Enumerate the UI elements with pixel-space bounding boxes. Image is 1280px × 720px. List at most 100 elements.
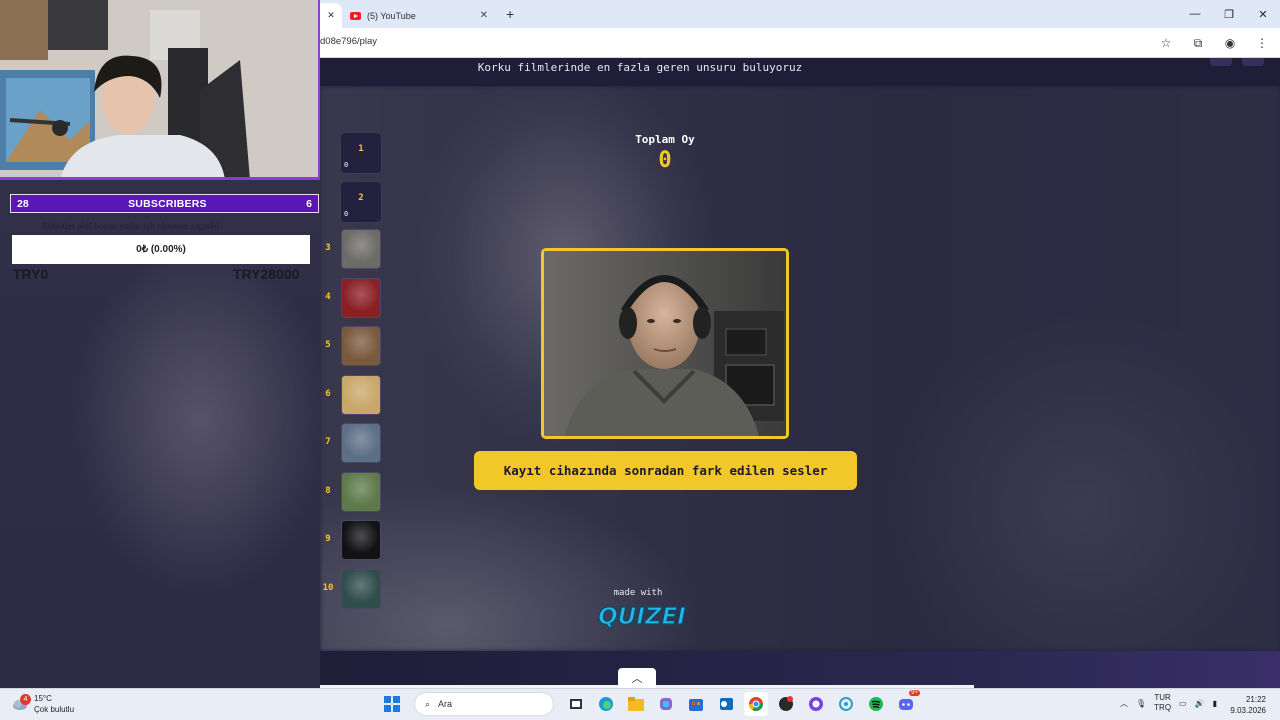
language-top: TUR <box>1154 693 1171 702</box>
spotify-icon[interactable] <box>864 692 888 716</box>
total-votes-value: 0 <box>658 148 672 173</box>
store-icon[interactable] <box>684 692 708 716</box>
rank-thumbnail[interactable] <box>341 374 381 415</box>
language-indicator[interactable]: TUR TRQ <box>1154 693 1171 713</box>
rank-slot[interactable]: 3 <box>320 229 384 271</box>
network-app-icon[interactable] <box>834 692 858 716</box>
rank-thumbnail[interactable] <box>341 520 381 560</box>
rank-thumbnail[interactable] <box>341 423 381 463</box>
rank-slot[interactable]: 10 <box>320 132 384 174</box>
donation-goal-min: TRY0 <box>13 266 49 282</box>
edge-icon[interactable] <box>594 692 618 716</box>
rank-empty-box[interactable]: 20 <box>340 180 382 223</box>
rank-slot[interactable]: 4 <box>320 277 384 320</box>
rank-slot[interactable]: 5 <box>320 326 384 368</box>
chevron-up-icon[interactable]: ︿ <box>1120 698 1128 709</box>
twitch-studio-icon[interactable] <box>804 692 828 716</box>
subscriber-goal: 6 <box>306 197 312 210</box>
made-with-label: made with <box>613 588 663 598</box>
system-tray: ︿ 🎙 TUR TRQ ▭ 🔊 ▮ <box>1120 693 1217 713</box>
svg-text:QUIZEI: QUIZEI <box>598 604 686 630</box>
quiz-page: Korku filmlerinde en fazla geren unsuru … <box>320 58 1280 688</box>
expand-drawer-button[interactable]: ︿ <box>618 668 656 688</box>
extensions-icon[interactable]: ⧉ <box>1186 33 1210 53</box>
tab-active[interactable]: ✕ <box>320 3 342 28</box>
start-icon[interactable] <box>380 692 404 716</box>
profile-icon[interactable]: ◉ <box>1218 33 1242 53</box>
battery-icon[interactable]: ▮ <box>1213 699 1217 708</box>
quizei-logo[interactable]: QUIZEI <box>592 598 692 632</box>
screen: ✕ (5) YouTube ✕ + — ❐ ✕ d08e796/play ☆ ⧉… <box>0 0 1280 720</box>
weather-badge: 4 <box>20 694 31 705</box>
rank-slot[interactable]: 10 <box>320 568 384 611</box>
rank-number: 3 <box>325 243 331 253</box>
restore-icon[interactable]: ❐ <box>1212 0 1246 28</box>
clock-time: 21:22 <box>1245 695 1266 704</box>
chrome-icon[interactable] <box>744 692 768 716</box>
outlook-icon[interactable] <box>714 692 738 716</box>
toolbar-icons: ☆ ⧉ ◉ ⋮ <box>1154 33 1274 53</box>
task-view-icon[interactable] <box>564 692 588 716</box>
volume-icon[interactable]: 🔊 <box>1195 699 1205 708</box>
rank-number: 10 <box>322 582 334 593</box>
rank-votes: 0 <box>344 209 349 218</box>
search-icon: ⌕ <box>425 698 431 709</box>
obs-icon[interactable] <box>774 692 798 716</box>
current-item-image[interactable] <box>541 248 789 439</box>
rank-number: 1 <box>358 144 364 154</box>
discord-badge: 9+ <box>909 690 920 696</box>
rank-slot[interactable]: 7 <box>320 423 384 465</box>
new-tab-button[interactable]: + <box>506 6 514 22</box>
display-icon[interactable]: ▭ <box>1179 699 1187 708</box>
total-votes-label: Toplam Oy <box>635 133 695 146</box>
quizei-logo-icon: QUIZEI <box>598 603 687 630</box>
header-button-icon[interactable] <box>1210 58 1232 66</box>
taskbar-apps: ⌕ Ara 9+ <box>380 690 920 716</box>
clock-date: 9.03.2026 <box>1230 706 1266 715</box>
rank-number: 9 <box>325 534 331 544</box>
tab-youtube[interactable]: (5) YouTube ✕ <box>344 3 496 28</box>
close-icon[interactable]: ✕ <box>327 10 335 21</box>
rank-slot[interactable]: 9 <box>320 520 384 562</box>
search-placeholder: Ara <box>438 699 453 709</box>
discord-icon[interactable]: 9+ <box>894 690 920 716</box>
close-window-icon[interactable]: ✕ <box>1246 0 1280 28</box>
rank-slot[interactable]: 8 <box>320 471 384 514</box>
quiz-footer <box>320 651 1280 688</box>
chevron-up-icon: ︿ <box>631 673 643 685</box>
weather-desc: Çok bulutlu <box>34 705 75 714</box>
system-clock[interactable]: 21:22 9.03.2026 <box>1230 694 1266 716</box>
rank-thumbnail[interactable] <box>341 277 381 318</box>
quiz-title: Korku filmlerinde en fazla geren unsuru … <box>477 61 803 74</box>
minimize-icon[interactable]: — <box>1178 0 1212 28</box>
man-with-headphones-image <box>544 251 786 436</box>
rank-thumbnail[interactable] <box>341 471 381 512</box>
current-item-label[interactable]: Kayıt cihazında sonradan fark edilen ses… <box>474 451 857 490</box>
copilot-icon[interactable] <box>654 692 678 716</box>
rank-thumbnail[interactable] <box>341 229 381 269</box>
rank-number: 6 <box>325 388 331 399</box>
rank-empty-box[interactable]: 10 <box>340 132 382 174</box>
donation-goal-max: TRY28000 <box>233 266 300 282</box>
browser-toolbar: d08e796/play ☆ ⧉ ◉ ⋮ <box>320 28 1280 58</box>
weather-widget[interactable]: 4 15°C Çok bulutlu <box>12 693 74 715</box>
rank-thumbnail[interactable] <box>341 326 381 366</box>
rank-number: 7 <box>325 437 331 447</box>
bookmark-star-icon[interactable]: ☆ <box>1154 33 1178 53</box>
donation-goal-bar: 0₺ (0.00%) <box>12 235 310 264</box>
rank-number: 8 <box>325 485 331 496</box>
rank-thumbnail[interactable] <box>341 568 381 609</box>
subscriber-label: SUBSCRIBERS <box>128 197 207 210</box>
rank-slot[interactable]: 20 <box>320 180 384 223</box>
tab-label: (5) YouTube <box>367 10 416 21</box>
rank-slot[interactable]: 6 <box>320 374 384 417</box>
close-icon[interactable]: ✕ <box>480 10 488 21</box>
menu-kebab-icon[interactable]: ⋮ <box>1250 33 1274 53</box>
taskbar-search[interactable]: ⌕ Ara <box>414 692 554 716</box>
quiz-header: Korku filmlerinde en fazla geren unsuru … <box>320 58 1280 86</box>
fullscreen-icon[interactable] <box>1242 58 1264 66</box>
window-controls: — ❐ ✕ <box>1178 0 1280 28</box>
address-bar[interactable]: d08e796/play <box>320 36 377 47</box>
microphone-icon[interactable]: 🎙 <box>1136 699 1146 708</box>
file-explorer-icon[interactable] <box>624 692 648 716</box>
